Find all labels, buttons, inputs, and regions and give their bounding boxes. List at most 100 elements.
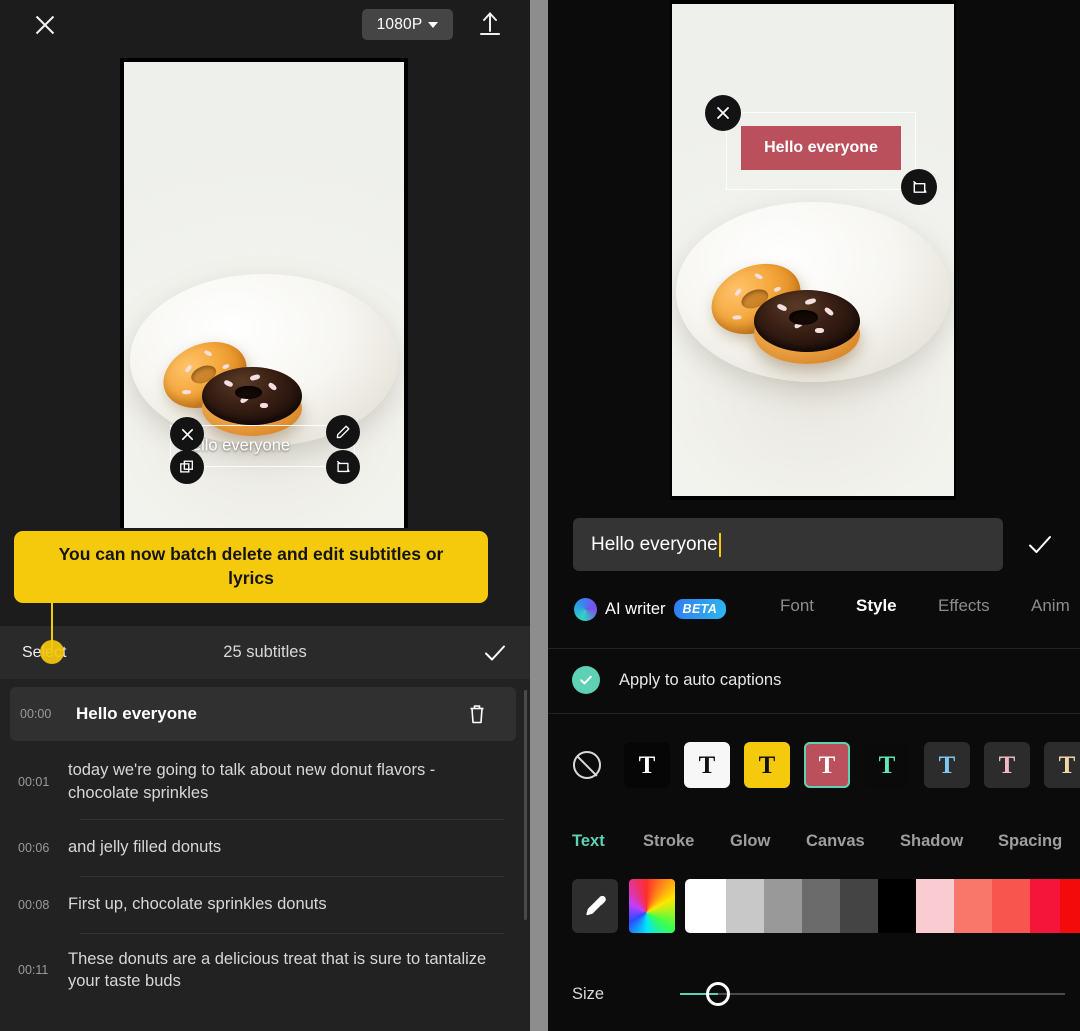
preset-glyph: T <box>878 751 896 779</box>
right-preview-photo[interactable] <box>672 4 954 496</box>
table-row[interactable]: 00:06 and jelly filled donuts <box>0 820 530 876</box>
swatch-dark-gray[interactable] <box>802 879 840 933</box>
subtitle-text: These donuts are a delicious treat that … <box>68 949 487 991</box>
left-overlay-close-icon[interactable] <box>170 417 204 451</box>
swatch-pale-pink[interactable] <box>916 879 954 933</box>
swatch-gray[interactable] <box>764 879 802 933</box>
sub-tab-shadow[interactable]: Shadow <box>900 832 963 851</box>
apply-to-auto-captions-label: Apply to auto captions <box>619 670 782 689</box>
style-preset-white[interactable]: T <box>684 742 730 788</box>
color-wheel-icon[interactable] <box>629 879 675 933</box>
style-sub-tabs: Text Stroke Glow Canvas Shadow Spacing <box>548 832 1080 862</box>
confirm-text-button[interactable] <box>1025 531 1055 559</box>
subtitle-list[interactable]: 00:00 Hello everyone 00:01 today we're g… <box>0 679 530 1031</box>
right-panel-text-style-editor: Hello everyone Hello everyone AI writer … <box>548 0 1080 1031</box>
table-row[interactable]: 00:01 today we're going to talk about ne… <box>0 745 530 819</box>
right-overlay-rotate-icon[interactable] <box>901 169 937 205</box>
tab-effects[interactable]: Effects <box>938 596 990 616</box>
trash-icon[interactable] <box>460 699 494 729</box>
style-preset-row[interactable]: T T T T T T T T <box>548 742 1080 796</box>
chocolate-donut-top <box>202 367 302 425</box>
subtitle-time: 00:01 <box>18 774 50 789</box>
feature-tooltip: You can now batch delete and edit subtit… <box>14 531 488 603</box>
subtitle-time: 00:06 <box>18 840 50 855</box>
subtitle-text: and jelly filled donuts <box>68 838 222 857</box>
swatch-salmon[interactable] <box>954 879 992 933</box>
preset-glyph: T <box>698 751 716 779</box>
apply-to-auto-captions-toggle[interactable]: Apply to auto captions <box>548 648 1080 712</box>
tab-animation[interactable]: Anim <box>1031 596 1070 616</box>
swatch-coral[interactable] <box>992 879 1030 933</box>
chevron-down-icon <box>428 21 439 28</box>
subtitle-time: 00:11 <box>18 963 49 978</box>
table-row[interactable]: 00:08 First up, chocolate sprinkles donu… <box>0 877 530 933</box>
close-icon[interactable] <box>30 10 60 40</box>
table-row[interactable]: 00:00 Hello everyone <box>10 687 516 741</box>
color-swatch-row[interactable] <box>548 879 1080 935</box>
text-editor-tabs: AI writer BETA Font Style Effects Anim <box>548 592 1080 630</box>
left-overlay-copy-icon[interactable] <box>170 450 204 484</box>
sub-tab-glow[interactable]: Glow <box>730 832 770 851</box>
ai-writer-button[interactable]: AI writer BETA <box>574 592 727 626</box>
text-input-row: Hello everyone <box>548 518 1080 574</box>
right-preview-text-overlay[interactable]: Hello everyone <box>741 126 901 170</box>
chocolate-donut-top <box>754 290 860 352</box>
size-slider-knob[interactable] <box>706 982 730 1006</box>
preset-glyph: T <box>758 751 776 779</box>
swatch-black[interactable] <box>878 879 916 933</box>
confirm-subtitles-button[interactable] <box>482 640 508 666</box>
tooltip-text: You can now batch delete and edit subtit… <box>58 544 444 588</box>
text-input[interactable]: Hello everyone <box>573 518 1003 571</box>
right-overlay-text: Hello everyone <box>764 139 878 156</box>
swatch-crimson[interactable] <box>1030 879 1060 933</box>
style-preset-red[interactable]: T <box>804 742 850 788</box>
sub-tab-canvas[interactable]: Canvas <box>806 832 865 851</box>
preset-glyph: T <box>998 751 1016 779</box>
left-top-bar: 1080P <box>0 0 530 48</box>
subtitle-text: First up, chocolate sprinkles donuts <box>68 895 327 914</box>
tab-style[interactable]: Style <box>856 596 897 616</box>
sub-tab-spacing[interactable]: Spacing <box>998 832 1062 851</box>
preset-glyph: T <box>938 751 956 779</box>
export-icon[interactable] <box>474 8 506 40</box>
preset-glyph: T <box>818 751 836 779</box>
tab-font[interactable]: Font <box>780 596 814 616</box>
size-slider-row: Size <box>548 975 1080 1019</box>
subtitle-time: 00:08 <box>18 897 50 912</box>
swatch-red[interactable] <box>1060 879 1080 933</box>
right-overlay-close-icon[interactable] <box>705 95 741 131</box>
left-overlay-rotate-icon[interactable] <box>326 450 360 484</box>
beta-badge: BETA <box>673 599 727 619</box>
subtitle-list-scrollbar[interactable] <box>524 690 527 920</box>
size-slider-track[interactable] <box>680 993 1065 995</box>
check-icon <box>572 666 600 694</box>
style-preset-cream[interactable]: T <box>1044 742 1080 788</box>
sub-tab-stroke[interactable]: Stroke <box>643 832 694 851</box>
preset-glyph: T <box>638 751 656 779</box>
subtitle-count-label: 25 subtitles <box>223 643 307 661</box>
style-preset-yellow[interactable]: T <box>744 742 790 788</box>
subtitle-list-header: Select 25 subtitles <box>0 626 530 679</box>
style-preset-black[interactable]: T <box>624 742 670 788</box>
video-editor-app: 1080P Hello everyone You can now batch d… <box>0 0 1080 1031</box>
style-preset-pink[interactable]: T <box>984 742 1030 788</box>
style-preset-none[interactable] <box>564 742 610 788</box>
ai-writer-label: AI writer <box>605 599 666 618</box>
ai-orb-icon <box>574 597 597 621</box>
resolution-selector[interactable]: 1080P <box>362 9 453 40</box>
sub-tab-text[interactable]: Text <box>572 832 605 851</box>
swatch-light-gray[interactable] <box>726 879 764 933</box>
style-preset-blue[interactable]: T <box>924 742 970 788</box>
eyedropper-icon[interactable] <box>572 879 618 933</box>
swatch-white[interactable] <box>685 879 726 933</box>
size-label: Size <box>572 985 605 1003</box>
no-style-icon <box>573 751 601 779</box>
left-overlay-edit-icon[interactable] <box>326 415 360 449</box>
preset-glyph: T <box>1058 751 1076 779</box>
panel-divider <box>530 0 548 1031</box>
table-row[interactable]: 00:11 These donuts are a delicious treat… <box>0 934 530 1008</box>
subtitle-text: today we're going to talk about new donu… <box>68 761 436 802</box>
swatch-darker-gray[interactable] <box>840 879 878 933</box>
left-panel-subtitle-editor: 1080P Hello everyone You can now batch d… <box>0 0 530 1031</box>
style-preset-mint[interactable]: T <box>864 742 910 788</box>
